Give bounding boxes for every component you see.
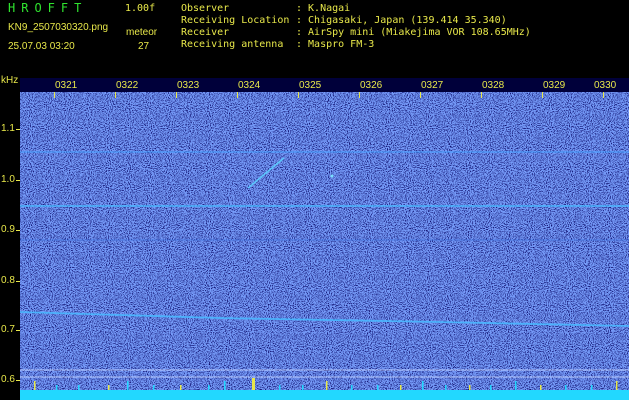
time-label-0330: 0330 bbox=[593, 80, 618, 91]
antenna-value: : Maspro FM-3 bbox=[296, 39, 375, 50]
baseline-bar bbox=[20, 390, 629, 400]
baseline-spike bbox=[279, 385, 281, 390]
observer-key: Observer bbox=[181, 3, 230, 14]
receiver-key: Receiver bbox=[181, 27, 230, 38]
noise-texture bbox=[20, 78, 629, 400]
freq-label-1.0: 1.0 bbox=[1, 174, 15, 185]
baseline-spike bbox=[224, 381, 226, 390]
time-label-0328: 0328 bbox=[481, 80, 506, 91]
time-label-0323: 0323 bbox=[176, 80, 201, 91]
time-tick bbox=[481, 92, 482, 98]
observation-datetime: 25.07.03 03:20 bbox=[8, 41, 75, 52]
time-tick bbox=[542, 92, 543, 98]
baseline-spike bbox=[515, 381, 517, 390]
freq-label-1.1: 1.1 bbox=[1, 123, 15, 134]
baseline-spike bbox=[302, 385, 304, 390]
baseline-spike bbox=[422, 381, 424, 390]
antenna-key: Receiving antenna bbox=[181, 39, 284, 50]
baseline-spike bbox=[208, 385, 210, 390]
baseline-spike bbox=[591, 385, 593, 390]
time-tick bbox=[237, 92, 238, 98]
baseline-spike bbox=[540, 385, 542, 390]
baseline-spike bbox=[400, 385, 402, 390]
time-label-0324: 0324 bbox=[237, 80, 262, 91]
file-name: KN9_2507030320.png bbox=[8, 22, 109, 33]
baseline-spike bbox=[469, 385, 471, 390]
app-version: 1.00f bbox=[125, 3, 156, 14]
time-tick bbox=[298, 92, 299, 98]
location-value: : Chigasaki, Japan (139.414 35.340) bbox=[296, 15, 507, 26]
baseline-spike bbox=[252, 378, 255, 390]
baseline-spike bbox=[326, 381, 328, 390]
baseline-spike bbox=[56, 385, 58, 390]
baseline-spike bbox=[351, 385, 353, 390]
baseline-spike bbox=[377, 385, 379, 390]
baseline-spike bbox=[108, 385, 110, 390]
time-label-0329: 0329 bbox=[542, 80, 567, 91]
meteor-count: 27 bbox=[138, 41, 150, 52]
freq-label-0.8: 0.8 bbox=[1, 275, 15, 286]
time-label-strip bbox=[20, 78, 629, 92]
baseline-spike bbox=[153, 385, 155, 390]
baseline-spike bbox=[565, 385, 567, 390]
receiver-value: : AirSpy mini (Miakejima VOR 108.65MHz) bbox=[296, 27, 531, 38]
time-tick bbox=[420, 92, 421, 98]
time-tick bbox=[115, 92, 116, 98]
freq-label-0.6: 0.6 bbox=[1, 374, 15, 385]
freq-label-0.9: 0.9 bbox=[1, 224, 15, 235]
baseline-spike bbox=[34, 381, 36, 390]
time-label-0322: 0322 bbox=[115, 80, 140, 91]
baseline-spike bbox=[445, 385, 447, 390]
time-tick bbox=[603, 92, 604, 98]
time-label-0325: 0325 bbox=[298, 80, 323, 91]
freq-label-0.7: 0.7 bbox=[1, 324, 15, 335]
location-key: Receiving Location bbox=[181, 15, 290, 26]
app-name: HROFFT bbox=[8, 1, 88, 15]
baseline-spike bbox=[127, 381, 129, 390]
meteor-echo-point bbox=[330, 174, 334, 178]
time-label-0321: 0321 bbox=[54, 80, 79, 91]
observer-value: : K.Nagai bbox=[296, 3, 351, 14]
baseline-spike bbox=[616, 381, 618, 390]
baseline-spike bbox=[490, 385, 492, 390]
mode-label: meteor bbox=[126, 27, 158, 38]
time-tick bbox=[54, 92, 55, 98]
spectrogram bbox=[20, 78, 629, 400]
frequency-unit-label: kHz bbox=[1, 75, 19, 86]
time-label-0327: 0327 bbox=[420, 80, 445, 91]
baseline-spike bbox=[180, 385, 182, 390]
time-label-0326: 0326 bbox=[359, 80, 384, 91]
baseline-spike bbox=[78, 385, 80, 390]
time-tick bbox=[359, 92, 360, 98]
time-tick bbox=[176, 92, 177, 98]
header-panel: HROFFT 1.00f KN9_2507030320.png meteor 2… bbox=[0, 0, 629, 75]
